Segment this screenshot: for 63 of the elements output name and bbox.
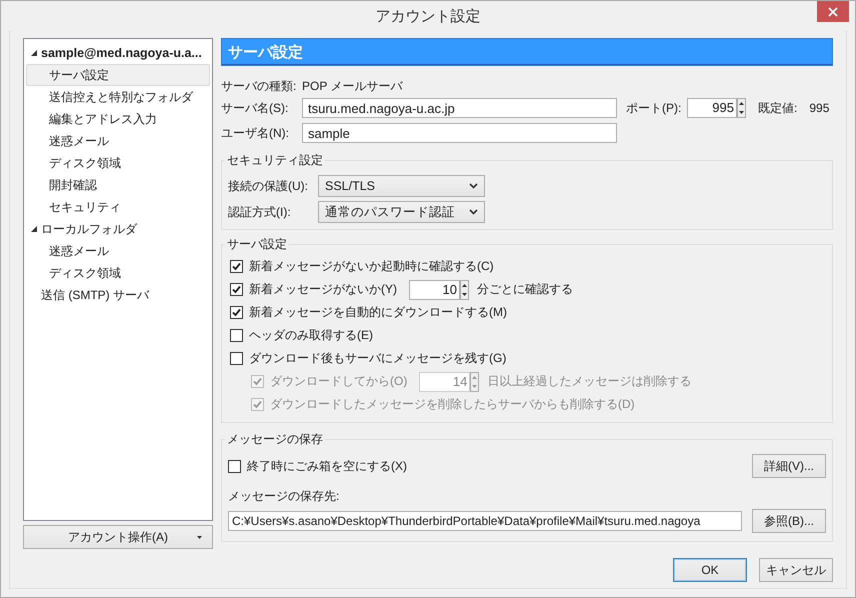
checkbox-label: 終了時にごみ箱を空にする(X): [247, 458, 408, 474]
checkbox-label: ダウンロードしてから(O): [270, 373, 408, 390]
expand-triangle-icon[interactable]: [31, 50, 38, 56]
dialog-button[interactable]: キャンセル: [759, 558, 833, 582]
checkbox-label: 新着メッセージがないか起動時に確認する(C): [249, 258, 494, 275]
tree-item[interactable]: ディスク領域: [26, 152, 210, 174]
default-port-value: 995: [809, 101, 830, 115]
page-header: サーバ設定: [221, 38, 833, 66]
field-label: ユーザ名(N):: [221, 124, 290, 142]
tree-item[interactable]: 開封確認: [26, 174, 210, 196]
field-label: 接続の保護(U):: [228, 178, 309, 194]
account-actions-button[interactable]: アカウント操作(A): [23, 525, 213, 549]
tree-item[interactable]: sample@med.nagoya-u.a...: [26, 42, 210, 64]
expand-triangle-icon[interactable]: [31, 226, 38, 232]
dropdown[interactable]: 通常のパスワード認証: [318, 201, 485, 223]
tree-item[interactable]: ローカルフォルダ: [26, 218, 210, 240]
close-icon: [828, 6, 838, 16]
server-name-field[interactable]: tsuru.med.nagoya-u.ac.jp: [302, 98, 617, 118]
dropdown-arrow-icon: [197, 536, 202, 539]
checkbox-label: 新着メッセージがないか(Y): [249, 281, 397, 298]
spin-arrows-icon: [460, 280, 469, 300]
tree-item[interactable]: 送信控えと特別なフォルダ: [26, 86, 210, 108]
group-title: サーバ設定: [226, 236, 288, 253]
checkbox[interactable]: [230, 329, 243, 342]
checkbox[interactable]: [230, 283, 243, 296]
chevron-down-icon: [469, 183, 478, 189]
checkbox[interactable]: [230, 306, 243, 319]
field-label: メッセージの保存先:: [228, 488, 340, 505]
chevron-down-icon: [469, 209, 478, 215]
spinner-suffix: 日以上経過したメッセージは削除する: [487, 373, 692, 390]
browse-button[interactable]: 参照(B)...: [752, 509, 826, 533]
group-title: セキュリティ設定: [226, 152, 324, 169]
field-label: ポート(P):: [626, 100, 682, 116]
tree-item[interactable]: 編集とアドレス入力: [26, 108, 210, 130]
close-button[interactable]: [817, 1, 849, 22]
tree-item[interactable]: 迷惑メール: [26, 240, 210, 262]
spin-arrows-icon: [470, 372, 480, 392]
user-name-field[interactable]: sample: [302, 123, 617, 143]
spinner-suffix: 分ごとに確認する: [477, 281, 573, 298]
checkbox-label: ダウンロード後もサーバにメッセージを残す(G): [249, 350, 506, 367]
dropdown[interactable]: SSL/TLS: [318, 175, 485, 197]
tree-item[interactable]: 送信 (SMTP) サーバ: [26, 284, 210, 306]
spin-arrows-icon: [737, 98, 746, 118]
default-port-label: 既定値:: [758, 100, 798, 116]
checkbox-label: ヘッダのみ取得する(E): [249, 327, 373, 344]
server-type-value: POP メールサーバ: [302, 78, 402, 94]
window-title: アカウント設定: [376, 6, 480, 26]
advanced-button[interactable]: 詳細(V)...: [752, 454, 826, 478]
tree-item[interactable]: ディスク領域: [26, 262, 210, 284]
checkbox[interactable]: [230, 260, 243, 273]
tree-item[interactable]: サーバ設定: [26, 64, 210, 86]
group-title: メッセージの保存: [226, 431, 324, 448]
field-label: 認証方式(I):: [228, 204, 292, 220]
checkbox-label: ダウンロードしたメッセージを削除したらサーバからも削除する(D): [270, 396, 635, 413]
field-label: サーバ名(S):: [221, 100, 290, 116]
checkbox[interactable]: [228, 460, 241, 472]
dialog-button[interactable]: OK: [673, 558, 747, 582]
field-label: サーバの種類:: [221, 78, 298, 94]
checkbox-label: 新着メッセージを自動的にダウンロードする(M): [249, 304, 507, 321]
tree-item[interactable]: 迷惑メール: [26, 130, 210, 152]
checkbox[interactable]: [230, 352, 243, 365]
tree-item[interactable]: セキュリティ: [26, 196, 210, 218]
storage-path-field[interactable]: C:¥Users¥s.asano¥Desktop¥ThunderbirdPortable¥Data¥profile¥Mail¥tsuru.med.nagoya: [228, 511, 742, 531]
